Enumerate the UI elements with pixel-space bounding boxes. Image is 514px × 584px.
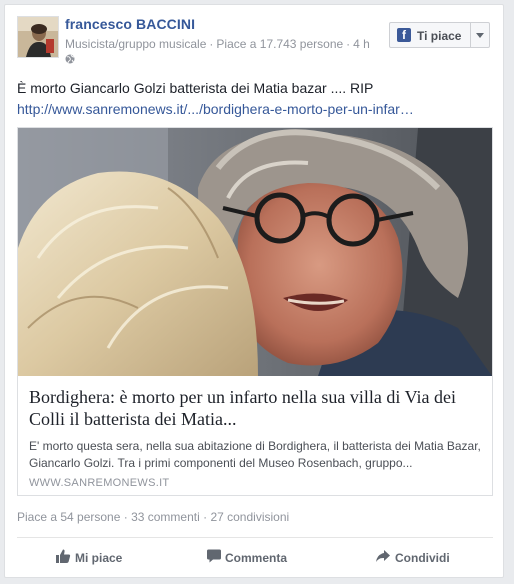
thumbs-up-icon [56, 549, 71, 563]
like-label: Mi piace [75, 551, 123, 565]
comments-count-link[interactable]: 33 commenti [131, 510, 200, 524]
like-button[interactable]: Mi piace [55, 548, 135, 568]
page-category: Musicista/gruppo musicale [65, 37, 207, 51]
comment-label: Commenta [225, 551, 288, 565]
share-button[interactable]: Condividi [375, 548, 465, 568]
page-likes-count[interactable]: Piace a 17.743 persone [216, 37, 343, 51]
attachment-title[interactable]: Bordighera: è morto per un infarto nella… [29, 386, 484, 430]
page-like-label: Ti piace [417, 29, 462, 43]
likes-count-link[interactable]: Piace a 54 persone [17, 510, 120, 524]
post-timestamp[interactable]: 4 h [353, 37, 370, 51]
link-attachment[interactable]: Bordighera: è morto per un infarto nella… [17, 127, 493, 496]
share-label: Condividi [395, 551, 450, 565]
comment-button[interactable]: Commenta [206, 548, 296, 568]
globe-icon [65, 54, 75, 64]
page-avatar[interactable] [17, 16, 59, 58]
shares-count-link[interactable]: 27 condivisioni [210, 510, 289, 524]
page-like-button[interactable]: f Ti piace [389, 22, 490, 48]
share-icon [376, 550, 390, 562]
page-name-link[interactable]: francesco BACCINI [65, 16, 195, 32]
attachment-image[interactable] [18, 128, 492, 376]
chevron-down-icon[interactable] [476, 33, 484, 38]
post-stats: Piace a 54 persone · 33 commenti · 27 co… [17, 510, 290, 524]
post-meta: Musicista/gruppo musicale · Piace a 17.743… [65, 37, 370, 51]
comment-icon [207, 549, 221, 563]
post-message: È morto Giancarlo Golzi batterista dei M… [17, 80, 374, 96]
attachment-description: E' morto questa sera, nella sua abitazio… [29, 439, 481, 470]
post-card: francesco BACCINI Musicista/gruppo music… [4, 4, 504, 578]
attachment-domain: WWW.SANREMONEWS.IT [29, 477, 170, 489]
post-link[interactable]: http://www.sanremonews.it/.../bordighera… [17, 101, 414, 117]
facebook-f-icon: f [397, 28, 411, 42]
action-divider [17, 537, 493, 538]
